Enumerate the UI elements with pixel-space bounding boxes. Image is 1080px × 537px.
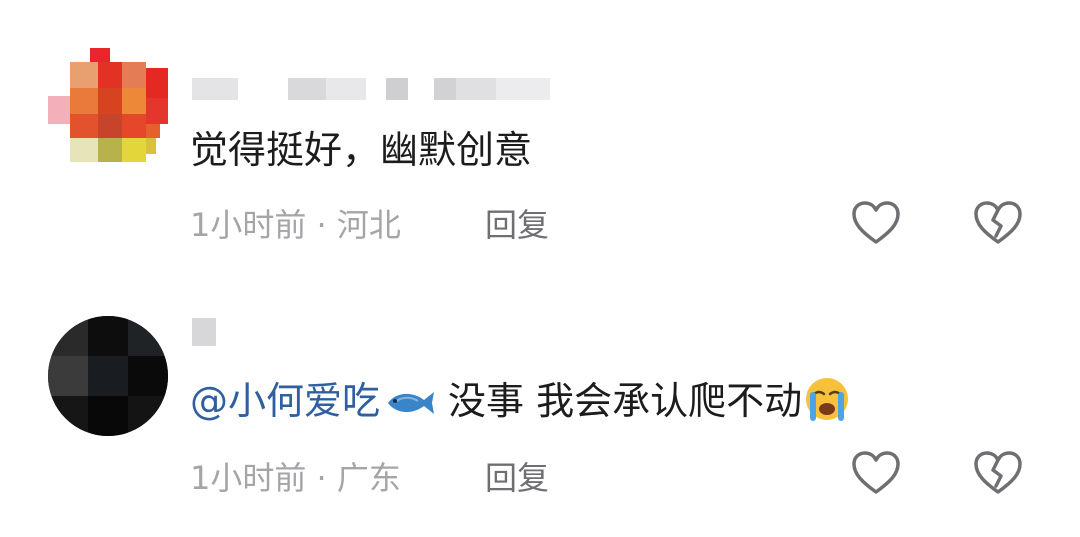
comment-location: 广东 (336, 459, 401, 497)
broken-heart-icon[interactable] (972, 450, 1024, 496)
comment-time: 1小时前 (190, 206, 307, 244)
heart-icon[interactable] (850, 200, 902, 246)
comment-time: 1小时前 (190, 459, 307, 497)
broken-heart-icon[interactable] (972, 200, 1024, 246)
reply-button[interactable]: 回复 (485, 205, 549, 245)
crying-face-icon (806, 378, 849, 421)
comment-text-line: @小何爱吃 没事 我会承认爬不动 (190, 376, 850, 425)
username-redacted[interactable] (192, 318, 216, 346)
comment-meta: 1小时前 · 广东 (190, 458, 401, 498)
meta-separator: · (306, 206, 337, 244)
reply-button[interactable]: 回复 (485, 458, 549, 498)
avatar[interactable] (48, 48, 168, 178)
comment-meta: 1小时前 · 河北 (190, 205, 401, 245)
comment-item: 觉得挺好，幽默创意 1小时前 · 河北 回复 (0, 40, 1080, 270)
fish-icon (388, 392, 435, 414)
heart-icon[interactable] (850, 450, 902, 496)
comment-text: 觉得挺好，幽默创意 (190, 128, 533, 172)
comment-item: @小何爱吃 没事 我会承认爬不动 1小时前 · 广东 回复 (0, 300, 1080, 530)
mention-link[interactable]: @小何爱吃 (190, 379, 380, 423)
avatar[interactable] (48, 316, 168, 436)
meta-separator: · (306, 459, 337, 497)
comment-location: 河北 (336, 206, 401, 244)
comment-text: 没事 我会承认爬不动 (448, 379, 803, 423)
